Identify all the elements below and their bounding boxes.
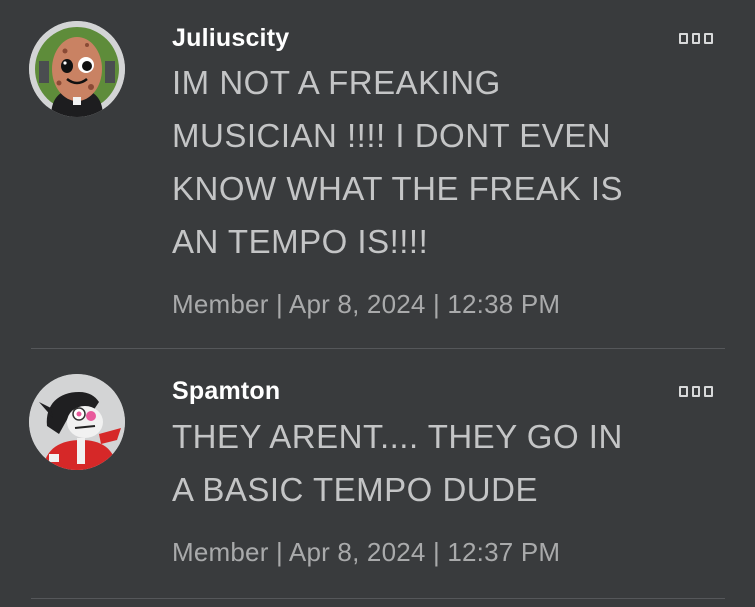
post-content: THEY ARENT.... THEY GO IN A BASIC TEMPO …: [172, 418, 623, 508]
more-icon: [704, 386, 714, 397]
more-options-button[interactable]: [679, 386, 714, 398]
spamton-character-avatar-icon: [29, 374, 125, 470]
username[interactable]: Juliuscity: [172, 24, 289, 53]
more-icon: [691, 33, 701, 44]
divider: [31, 348, 725, 349]
more-options-button[interactable]: [679, 33, 714, 45]
more-icon: [679, 33, 688, 44]
post-meta: Member | Apr 8, 2024 | 12:37 PM: [172, 537, 561, 567]
divider: [31, 598, 725, 599]
avatar[interactable]: [29, 374, 125, 470]
egg-character-avatar-icon: [29, 21, 125, 117]
more-icon: [704, 33, 714, 44]
post-meta: Member | Apr 8, 2024 | 12:38 PM: [172, 289, 561, 319]
username[interactable]: Spamton: [172, 377, 280, 406]
more-icon: [679, 386, 688, 397]
more-icon: [691, 386, 701, 397]
post-content: IM NOT A FREAKING MUSICIAN !!!! I DONT E…: [172, 64, 624, 260]
reply-post: Juliuscity IM NOT A FREAKING MUSICIAN !!…: [0, 0, 755, 349]
avatar[interactable]: [29, 21, 125, 117]
reply-post: Spamton THEY ARENT.... THEY GO IN A BASI…: [0, 350, 755, 598]
